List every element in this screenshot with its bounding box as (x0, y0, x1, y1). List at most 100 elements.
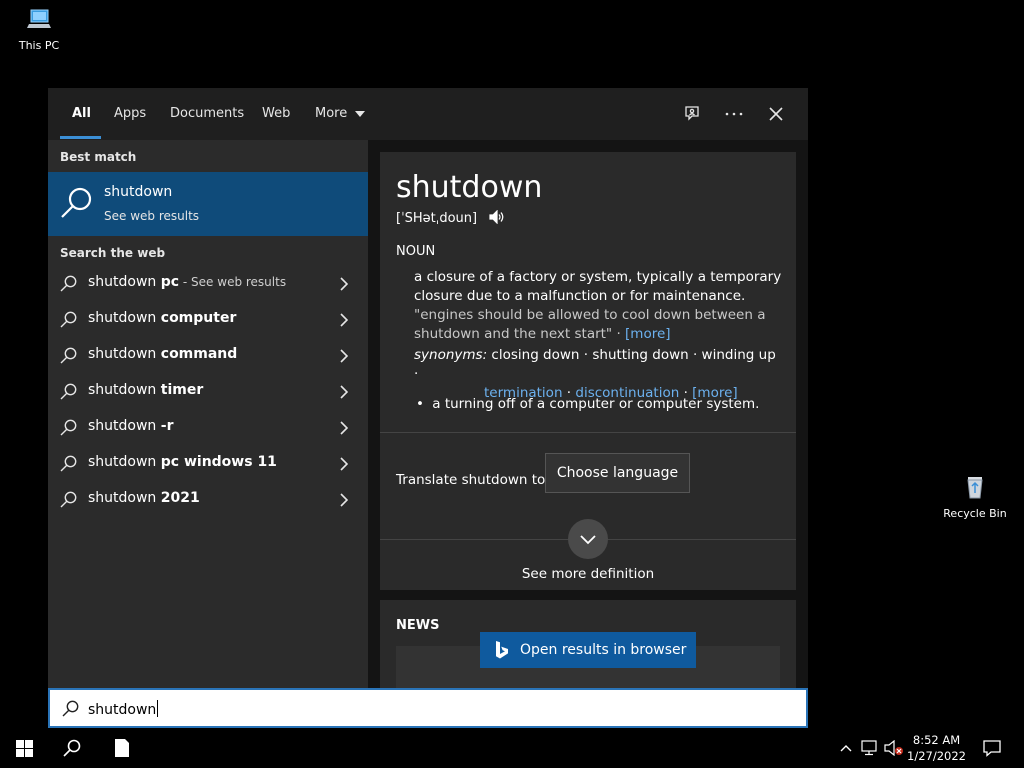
tab-all[interactable]: All (72, 106, 91, 121)
suggestion-bold: command (160, 346, 238, 362)
web-suggestion-text: shutdown -r (88, 418, 173, 434)
chevron-right-icon[interactable] (340, 492, 349, 511)
suggestion-prefix: shutdown (88, 490, 161, 506)
example-separator: · (612, 326, 626, 342)
pronunciation-text: [ˈSHətˌdoun] (396, 211, 478, 226)
clock-time: 8:52 AM (912, 733, 961, 747)
web-suggestion-text: shutdown 2021 (88, 490, 200, 506)
speaker-icon[interactable] (489, 209, 505, 228)
suggestion-prefix: shutdown (88, 382, 161, 398)
sense-2-text: a turning off of a computer or computer … (432, 396, 760, 412)
chevron-right-icon[interactable] (340, 384, 349, 403)
bullet-glyph: • (416, 396, 424, 412)
clock-date: 1/27/2022 (907, 749, 966, 763)
example-quote: "engines should be allowed to cool down … (414, 307, 766, 342)
suggestion-bold: timer (160, 382, 204, 398)
web-suggestion-item[interactable]: shutdown pc - See web results (48, 266, 368, 302)
network-icon[interactable] (858, 736, 882, 760)
web-suggestion-text: shutdown computer (88, 310, 236, 326)
desktop-icon-this-pc[interactable]: This PC (4, 8, 74, 52)
search-icon (60, 491, 77, 512)
taskbar-clock[interactable]: 8:52 AM 1/27/2022 (907, 732, 966, 764)
tab-apps[interactable]: Apps (114, 106, 146, 121)
recycle-bin-icon (940, 474, 1010, 503)
search-icon (60, 275, 77, 296)
more-options-icon[interactable] (722, 102, 746, 126)
feedback-icon[interactable] (680, 102, 704, 126)
news-heading: NEWS (396, 618, 440, 633)
suggestion-prefix: shutdown (88, 310, 161, 326)
suggestion-prefix: shutdown (88, 418, 161, 434)
chevron-up-icon[interactable] (834, 736, 858, 760)
chevron-right-icon[interactable] (340, 456, 349, 475)
results-list: Best match shutdown See web results Sear… (48, 140, 368, 688)
bing-logo-icon (494, 640, 510, 660)
web-suggestion-item[interactable]: shutdown command (48, 338, 368, 374)
best-match-subtitle: See web results (104, 209, 200, 223)
best-match-title: shutdown (104, 184, 173, 200)
suggestion-suffix: - See web results (179, 275, 287, 289)
tab-web[interactable]: Web (262, 106, 290, 121)
web-suggestion-item[interactable]: shutdown 2021 (48, 482, 368, 518)
web-suggestion-text: shutdown timer (88, 382, 203, 398)
tab-more[interactable]: More (315, 106, 366, 121)
suggestion-prefix: shutdown (88, 274, 161, 290)
more-link[interactable]: [more] (625, 326, 671, 342)
web-suggestion-item[interactable]: shutdown timer (48, 374, 368, 410)
suggestion-bold: pc (160, 274, 180, 290)
divider (380, 432, 796, 433)
open-in-browser-label: Open results in browser (520, 642, 687, 658)
part-of-speech: NOUN (396, 244, 436, 259)
search-icon[interactable] (60, 736, 84, 760)
computer-icon (4, 8, 74, 35)
pronunciation: [ˈSHətˌdoun] (396, 209, 505, 228)
start-icon[interactable] (12, 736, 36, 760)
open-in-browser-button[interactable]: Open results in browser (480, 632, 696, 668)
search-icon (60, 419, 77, 440)
chevron-right-icon[interactable] (340, 348, 349, 367)
search-box[interactable]: shutdown (48, 688, 808, 728)
see-more-definition-link[interactable]: See more definition (380, 566, 796, 582)
caret-down-icon (355, 106, 366, 121)
search-panel: All Apps Documents Web More Best match s… (48, 88, 808, 728)
web-suggestion-item[interactable]: shutdown computer (48, 302, 368, 338)
best-match-item[interactable]: shutdown See web results (48, 172, 368, 236)
synonyms: synonyms: closing down · shutting down ·… (414, 346, 784, 403)
tab-documents[interactable]: Documents (170, 106, 244, 121)
volume-muted-icon[interactable] (882, 736, 906, 760)
text-caret (157, 700, 159, 717)
chevron-down-icon (580, 530, 596, 549)
web-suggestion-text: shutdown pc - See web results (88, 274, 286, 290)
suggestion-prefix: shutdown (88, 454, 161, 470)
suggestion-bold: pc windows 11 (160, 454, 277, 470)
sense-1-text: a closure of a factory or system, typica… (414, 269, 782, 304)
suggestion-bold: -r (160, 418, 174, 434)
web-suggestion-text: shutdown pc windows 11 (88, 454, 277, 470)
search-icon (60, 186, 94, 224)
search-icon (60, 383, 77, 404)
web-suggestion-item[interactable]: shutdown -r (48, 410, 368, 446)
search-web-heading: Search the web (60, 246, 166, 260)
desktop-icon-recycle-bin[interactable]: Recycle Bin (940, 474, 1010, 520)
suggestion-prefix: shutdown (88, 346, 161, 362)
web-suggestion-text: shutdown command (88, 346, 237, 362)
see-more-button[interactable] (568, 519, 608, 559)
synonyms-label: synonyms: (414, 347, 488, 363)
chevron-right-icon[interactable] (340, 312, 349, 331)
definition-card: shutdown [ˈSHətˌdoun] NOUN a closure of … (380, 152, 796, 590)
taskbar: 8:52 AM 1/27/2022 (0, 728, 1024, 768)
desktop-icon-label: This PC (18, 39, 60, 52)
file-icon[interactable] (110, 736, 134, 760)
preview-pane: shutdown [ˈSHətˌdoun] NOUN a closure of … (368, 140, 808, 688)
search-icon (62, 700, 79, 721)
suggestion-bold: computer (160, 310, 237, 326)
web-suggestion-item[interactable]: shutdown pc windows 11 (48, 446, 368, 482)
chevron-right-icon[interactable] (340, 420, 349, 439)
close-icon[interactable] (764, 102, 788, 126)
search-input[interactable]: shutdown (88, 700, 159, 718)
definition-word: shutdown (396, 170, 543, 205)
choose-language-button[interactable]: Choose language (545, 453, 690, 493)
notification-icon[interactable] (980, 736, 1004, 760)
chevron-right-icon[interactable] (340, 276, 349, 295)
search-tabs: All Apps Documents Web More (48, 88, 808, 140)
